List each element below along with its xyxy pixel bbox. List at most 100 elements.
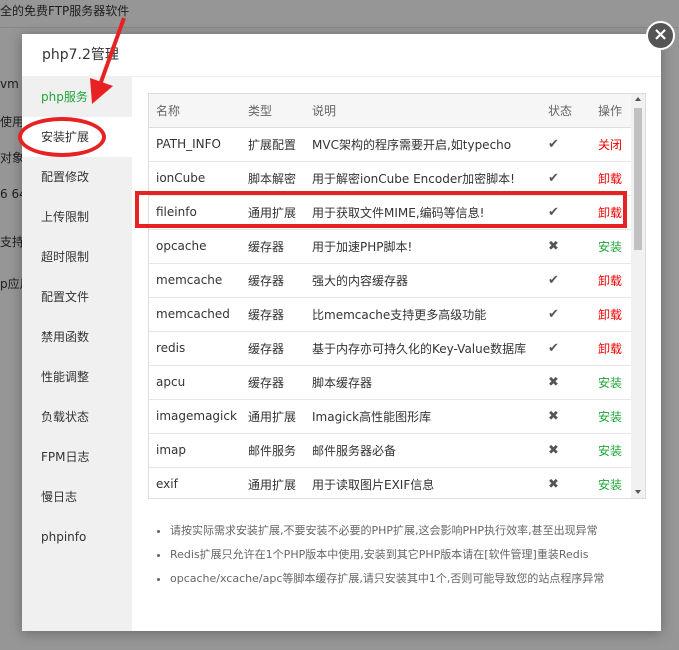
extension-table-container: 名称 类型 说明 状态 操作 PATH_INFO 扩展配置 MVC架构的程序需要开启… bbox=[148, 93, 646, 499]
sidebar-item-config-edit[interactable]: 配置修改 bbox=[22, 157, 132, 197]
close-dialog-button[interactable]: × bbox=[646, 21, 675, 50]
scroll-down-arrow-icon[interactable] bbox=[635, 490, 641, 494]
extension-type-cell: 缓存器 bbox=[241, 263, 305, 298]
cross-icon: ✖ bbox=[548, 238, 559, 254]
extension-status-cell: ✖ bbox=[541, 229, 591, 264]
extension-type-cell: 缓存器 bbox=[241, 331, 305, 366]
extension-description-cell: 用于加速PHP脚本! bbox=[305, 229, 541, 264]
extension-name: ionCube bbox=[156, 171, 206, 185]
sidebar-item-disabled-functions[interactable]: 禁用函数 bbox=[22, 317, 132, 357]
install-link[interactable]: 安装 bbox=[598, 478, 622, 492]
extension-status-cell: ✖ bbox=[541, 365, 591, 400]
check-icon: ✔ bbox=[548, 136, 559, 152]
tip-item: Redis扩展只允许在1个PHP版本中使用,安装到其它PHP版本请在[软件管理]… bbox=[170, 543, 652, 567]
extension-name-cell: imagemagick bbox=[149, 399, 241, 434]
sidebar-item-fpm-log[interactable]: FPM日志 bbox=[22, 437, 132, 477]
extension-status-cell: ✔ bbox=[541, 263, 591, 298]
extension-description-cell: 邮件服务器必备 bbox=[305, 433, 541, 468]
extension-type: 缓存器 bbox=[248, 341, 285, 356]
extension-status-cell: ✔ bbox=[541, 331, 591, 366]
extension-type-cell: 邮件服务 bbox=[241, 433, 305, 468]
extension-name: exif bbox=[156, 477, 178, 491]
sidebar-item-phpinfo[interactable]: phpinfo bbox=[22, 517, 132, 557]
extension-type: 通用扩展 bbox=[248, 477, 297, 492]
check-icon: ✔ bbox=[548, 306, 559, 322]
extension-description-cell: MVC架构的程序需要开启,如typecho bbox=[305, 127, 541, 162]
extension-name-cell: memcached bbox=[149, 297, 241, 332]
sidebar-item-load-status[interactable]: 负载状态 bbox=[22, 397, 132, 437]
extension-type: 脚本解密 bbox=[248, 171, 297, 186]
close-link[interactable]: 关闭 bbox=[598, 138, 622, 152]
uninstall-link[interactable]: 卸载 bbox=[598, 274, 622, 288]
cross-icon: ✖ bbox=[548, 442, 559, 458]
extension-name-cell: imap bbox=[149, 433, 241, 468]
uninstall-link[interactable]: 卸载 bbox=[598, 308, 622, 322]
extension-description: 脚本缓存器 bbox=[312, 375, 373, 390]
sidebar-item-timeout-limit[interactable]: 超时限制 bbox=[22, 237, 132, 277]
check-icon: ✔ bbox=[548, 340, 559, 356]
install-link[interactable]: 安装 bbox=[598, 444, 622, 458]
table-row: imap 邮件服务 邮件服务器必备 ✖ 安装 bbox=[149, 433, 631, 468]
extension-type: 缓存器 bbox=[248, 239, 285, 254]
install-link[interactable]: 安装 bbox=[598, 376, 622, 390]
uninstall-link[interactable]: 卸载 bbox=[598, 342, 622, 356]
extension-status-cell: ✖ bbox=[541, 433, 591, 468]
extension-status-cell: ✖ bbox=[541, 399, 591, 434]
column-header-operation: 操作 bbox=[591, 94, 631, 128]
extension-name-cell: opcache bbox=[149, 229, 241, 264]
extension-type-cell: 脚本解密 bbox=[241, 161, 305, 196]
sidebar-item-slow-log[interactable]: 慢日志 bbox=[22, 477, 132, 517]
dialog-title: php7.2管理 bbox=[22, 34, 661, 77]
scroll-up-arrow-icon[interactable] bbox=[635, 97, 641, 101]
extension-name: imap bbox=[156, 443, 186, 457]
tip-item: 请按实际需求安装扩展,不要安装不必要的PHP扩展,这会影响PHP执行效率,甚至出… bbox=[170, 519, 652, 543]
install-link[interactable]: 安装 bbox=[598, 410, 622, 424]
table-row: PATH_INFO 扩展配置 MVC架构的程序需要开启,如typecho ✔ 关闭 bbox=[149, 127, 631, 162]
tips-list: 请按实际需求安装扩展,不要安装不必要的PHP扩展,这会影响PHP执行效率,甚至出… bbox=[162, 519, 652, 591]
table-scrollbar[interactable] bbox=[631, 94, 645, 498]
extension-type: 缓存器 bbox=[248, 307, 285, 322]
extension-description: 邮件服务器必备 bbox=[312, 443, 397, 458]
extension-name: memcache bbox=[156, 273, 223, 287]
extension-name-cell: ionCube bbox=[149, 161, 241, 196]
extension-name: apcu bbox=[156, 375, 186, 389]
extension-operation-cell: 安装 bbox=[591, 467, 631, 498]
scrollbar-thumb[interactable] bbox=[634, 108, 642, 250]
table-row: memcached 缓存器 比memcache支持更多高级功能 ✔ 卸载 bbox=[149, 297, 631, 332]
extension-name-cell: redis bbox=[149, 331, 241, 366]
extension-type: 通用扩展 bbox=[248, 409, 297, 424]
extension-description-cell: 用于读取图片EXIF信息 bbox=[305, 467, 541, 498]
uninstall-link[interactable]: 卸载 bbox=[598, 172, 622, 186]
cross-icon: ✖ bbox=[548, 408, 559, 424]
extension-panel: 名称 类型 说明 状态 操作 PATH_INFO 扩展配置 MVC架构的程序需要开启… bbox=[132, 77, 661, 631]
extension-type-cell: 缓存器 bbox=[241, 229, 305, 264]
extension-type: 缓存器 bbox=[248, 375, 285, 390]
table-row: apcu 缓存器 脚本缓存器 ✖ 安装 bbox=[149, 365, 631, 400]
extension-name: memcached bbox=[156, 307, 230, 321]
extension-name-cell: exif bbox=[149, 467, 241, 498]
sidebar-item-performance[interactable]: 性能调整 bbox=[22, 357, 132, 397]
extension-type-cell: 扩展配置 bbox=[241, 127, 305, 162]
extension-name: PATH_INFO bbox=[156, 137, 221, 151]
check-icon: ✔ bbox=[548, 170, 559, 186]
cross-icon: ✖ bbox=[548, 476, 559, 492]
tip-item: opcache/xcache/apc等脚本缓存扩展,请只安装其中1个,否则可能导… bbox=[170, 567, 652, 591]
extension-description: 用于读取图片EXIF信息 bbox=[312, 477, 435, 492]
extension-description: 用于加速PHP脚本! bbox=[312, 239, 413, 254]
sidebar-item-config-file[interactable]: 配置文件 bbox=[22, 277, 132, 317]
annotation-circle bbox=[18, 117, 106, 157]
table-header-row: 名称 类型 说明 状态 操作 bbox=[149, 94, 631, 128]
extension-description-cell: 比memcache支持更多高级功能 bbox=[305, 297, 541, 332]
table-row: imagemagick 通用扩展 Imagick高性能图形库 ✖ 安装 bbox=[149, 399, 631, 434]
extension-description: MVC架构的程序需要开启,如typecho bbox=[312, 137, 512, 152]
extension-operation-cell: 安装 bbox=[591, 365, 631, 400]
extension-name: opcache bbox=[156, 239, 207, 253]
sidebar-item-php-service[interactable]: php服务 bbox=[22, 77, 132, 117]
extension-name-cell: memcache bbox=[149, 263, 241, 298]
install-link[interactable]: 安装 bbox=[598, 240, 622, 254]
column-header-name: 名称 bbox=[149, 94, 241, 128]
extension-description-cell: 强大的内容缓存器 bbox=[305, 263, 541, 298]
extension-type-cell: 通用扩展 bbox=[241, 399, 305, 434]
sidebar-item-upload-limit[interactable]: 上传限制 bbox=[22, 197, 132, 237]
extension-status-cell: ✔ bbox=[541, 127, 591, 162]
